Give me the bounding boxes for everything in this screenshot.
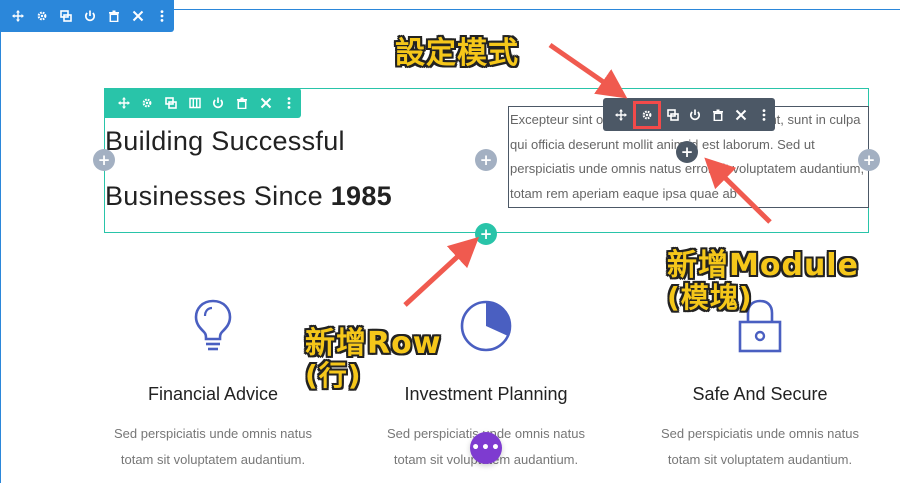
- page-heading[interactable]: Building Successful Businesses Since 198…: [105, 114, 485, 224]
- blurb-body-line: Sed perspiciatis unde omnis natus: [660, 426, 859, 441]
- add-column-middle-button[interactable]: +: [475, 149, 497, 171]
- gear-icon[interactable]: [632, 100, 662, 129]
- power-icon[interactable]: [684, 98, 707, 131]
- move-icon[interactable]: [610, 98, 633, 131]
- heading-line-2: Businesses Since 1985: [105, 169, 485, 224]
- section-toolbar: [0, 0, 174, 32]
- more-icon[interactable]: [752, 98, 775, 131]
- blurb-body: Sed perspiciatis unde omnis natus totam …: [78, 421, 348, 473]
- duplicate-icon[interactable]: [661, 98, 684, 131]
- lock-icon: [625, 298, 895, 358]
- annotation-add-row-sub: (行): [305, 359, 362, 392]
- blurb-body-line: totam sit voluptatem audantium.: [667, 452, 853, 467]
- trash-icon[interactable]: [707, 98, 730, 131]
- page-settings-fab[interactable]: •••: [470, 432, 502, 464]
- blurb-safe-secure: [625, 298, 895, 358]
- blurb-title: Investment Planning: [404, 384, 568, 404]
- blurb-body: Sed perspiciatis unde omnis natus totam …: [625, 421, 895, 473]
- heading-line-1: Building Successful: [105, 126, 345, 156]
- add-row-button[interactable]: +: [475, 223, 497, 245]
- annotation-add-module-sub: (模塊): [667, 281, 753, 314]
- module-toolbar: [603, 98, 775, 131]
- close-icon[interactable]: [730, 98, 753, 131]
- add-column-left-button[interactable]: +: [93, 149, 115, 171]
- add-column-right-button[interactable]: +: [858, 149, 880, 171]
- close-icon[interactable]: [126, 0, 150, 32]
- heading-year: 1985: [330, 181, 392, 211]
- power-icon[interactable]: [78, 0, 102, 32]
- annotation-settings-mode: 設定模式: [395, 36, 519, 71]
- blurb-body-line: Sed perspiciatis unde omnis natus: [113, 426, 312, 441]
- duplicate-icon[interactable]: [54, 0, 78, 32]
- trash-icon[interactable]: [102, 0, 126, 32]
- heading-line-2-text: Businesses Since: [105, 181, 331, 211]
- blurb-body-line: totam sit voluptatem audantium.: [120, 452, 306, 467]
- gear-icon[interactable]: [30, 0, 54, 32]
- more-icon[interactable]: [150, 0, 174, 32]
- move-icon[interactable]: [6, 0, 30, 32]
- add-module-button[interactable]: +: [676, 141, 698, 163]
- blurb-title: Safe And Secure: [692, 384, 828, 404]
